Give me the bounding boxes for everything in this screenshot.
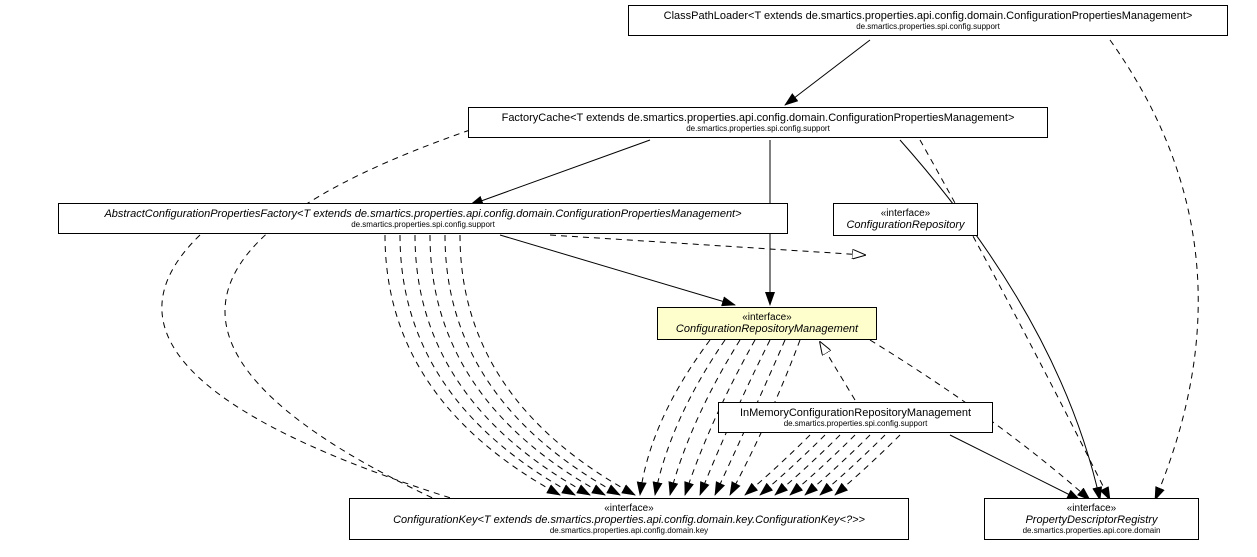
node-package: de.smartics.properties.api.config.domain… [358, 526, 900, 535]
node-package: de.smartics.properties.api.core.domain [993, 526, 1190, 535]
node-title: AbstractConfigurationPropertiesFactory<T… [67, 208, 779, 220]
node-inmemory[interactable]: InMemoryConfigurationRepositoryManagemen… [718, 402, 993, 433]
node-package: de.smartics.properties.spi.config.suppor… [637, 22, 1219, 31]
node-stereotype: «interface» [358, 503, 900, 514]
node-stereotype: «interface» [666, 312, 868, 323]
node-package: de.smartics.properties.spi.config.suppor… [727, 419, 984, 428]
node-title: ConfigurationRepository [842, 219, 969, 231]
node-title: PropertyDescriptorRegistry [993, 514, 1190, 526]
node-factorycache[interactable]: FactoryCache<T extends de.smartics.prope… [468, 107, 1048, 138]
node-package: de.smartics.properties.spi.config.suppor… [67, 220, 779, 229]
node-title: FactoryCache<T extends de.smartics.prope… [477, 112, 1039, 124]
node-configkey[interactable]: «interface» ConfigurationKey<T extends d… [349, 498, 909, 540]
node-abstractfactory[interactable]: AbstractConfigurationPropertiesFactory<T… [58, 203, 788, 234]
node-title: ClassPathLoader<T extends de.smartics.pr… [637, 10, 1219, 22]
node-title: ConfigurationKey<T extends de.smartics.p… [358, 514, 900, 526]
node-configrepomgmt[interactable]: «interface» ConfigurationRepositoryManag… [657, 307, 877, 340]
node-configrepo[interactable]: «interface» ConfigurationRepository [833, 203, 978, 236]
node-stereotype: «interface» [993, 503, 1190, 514]
node-propdescreg[interactable]: «interface» PropertyDescriptorRegistry d… [984, 498, 1199, 540]
node-package: de.smartics.properties.spi.config.suppor… [477, 124, 1039, 133]
node-classpathloader[interactable]: ClassPathLoader<T extends de.smartics.pr… [628, 5, 1228, 36]
node-title: ConfigurationRepositoryManagement [666, 323, 868, 335]
node-title: InMemoryConfigurationRepositoryManagemen… [727, 407, 984, 419]
node-stereotype: «interface» [842, 208, 969, 219]
